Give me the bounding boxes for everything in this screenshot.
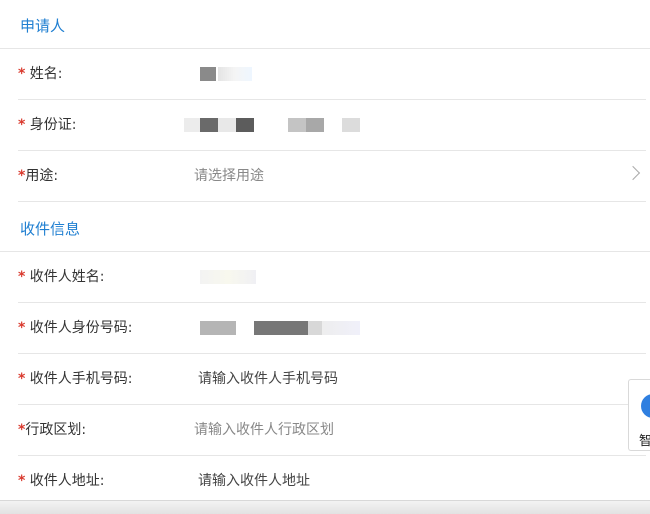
bottom-bar (0, 500, 650, 514)
recipient-region-row[interactable]: *行政区划: 请输入收件人行政区划 (18, 405, 646, 456)
applicant-section-header: 申请人 (0, 0, 650, 49)
purpose-label: *用途: (18, 168, 59, 184)
recipient-phone-input[interactable]: 请输入收件人手机号码 (198, 368, 338, 388)
recipient-section-header: 收件信息 (0, 203, 650, 252)
recipient-name-label: * 收件人姓名: (18, 269, 105, 285)
applicant-section-title: 申请人 (20, 17, 66, 35)
redacted-text (218, 67, 252, 81)
recipient-name-input[interactable] (198, 264, 318, 288)
applicant-name-row: * 姓名: (18, 49, 646, 100)
recipient-address-label: * 收件人地址: (18, 473, 105, 489)
applicant-id-label: * 身份证: (18, 117, 77, 133)
redacted-text (184, 118, 200, 132)
assistant-icon (641, 394, 650, 418)
purpose-select[interactable]: 请选择用途 (194, 165, 264, 185)
required-mark: * (18, 117, 26, 133)
recipient-address-input[interactable]: 请输入收件人地址 (198, 470, 310, 490)
applicant-id-input[interactable] (184, 112, 384, 136)
applicant-name-input[interactable] (198, 61, 318, 85)
required-mark: * (18, 320, 26, 336)
recipient-id-row: * 收件人身份号码: (18, 303, 646, 354)
applicant-id-row: * 身份证: (18, 100, 646, 151)
recipient-phone-label: * 收件人手机号码: (18, 371, 133, 387)
redacted-text (308, 321, 322, 335)
floating-assistant-widget[interactable]: 智 (628, 379, 650, 451)
redacted-text (254, 321, 308, 335)
recipient-region-input[interactable]: 请输入收件人行政区划 (194, 419, 334, 439)
redacted-text (236, 118, 254, 132)
redacted-text (306, 118, 324, 132)
redacted-text (200, 67, 216, 81)
recipient-address-row: * 收件人地址: 请输入收件人地址 (18, 456, 646, 506)
recipient-region-label: *行政区划: (18, 422, 87, 438)
required-mark: * (18, 473, 26, 489)
recipient-section-title: 收件信息 (20, 220, 81, 238)
recipient-id-input[interactable] (198, 315, 378, 339)
assistant-label: 智 (639, 434, 650, 449)
purpose-row[interactable]: *用途: 请选择用途 (18, 151, 646, 202)
redacted-text (200, 118, 218, 132)
required-mark: * (18, 371, 26, 387)
recipient-id-label: * 收件人身份号码: (18, 320, 133, 336)
required-mark: * (18, 66, 26, 82)
redacted-text (200, 270, 256, 284)
redacted-text (342, 118, 360, 132)
redacted-text (288, 118, 306, 132)
redacted-text (218, 118, 236, 132)
applicant-name-label: * 姓名: (18, 66, 63, 82)
recipient-phone-row: * 收件人手机号码: 请输入收件人手机号码 (18, 354, 646, 405)
required-mark: * (18, 269, 26, 285)
recipient-name-row: * 收件人姓名: (18, 252, 646, 303)
redacted-text (322, 321, 360, 335)
redacted-text (200, 321, 236, 335)
chevron-right-icon[interactable] (625, 165, 641, 181)
